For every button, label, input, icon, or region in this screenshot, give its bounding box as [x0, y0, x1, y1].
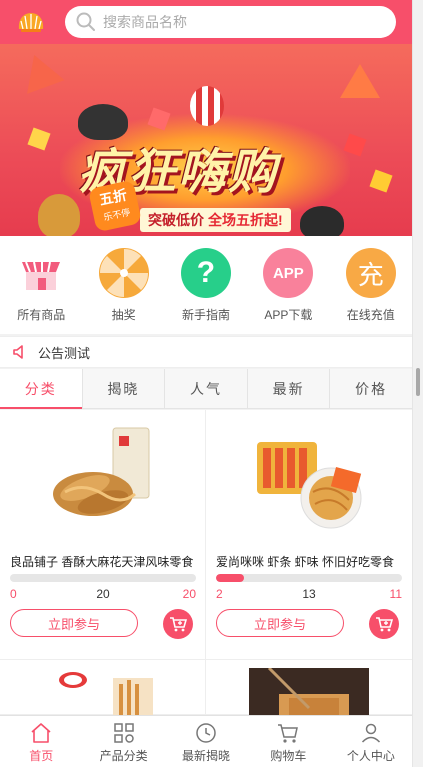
- search-bar[interactable]: [65, 6, 396, 38]
- recharge-icon: 充: [345, 248, 396, 298]
- nav-category[interactable]: 产品分类: [82, 716, 164, 767]
- add-to-cart-button[interactable]: [163, 609, 193, 639]
- shell-logo-icon[interactable]: [17, 11, 45, 33]
- nav-label: 首页: [29, 749, 54, 763]
- progress-numbers: 2 13 11: [216, 587, 402, 601]
- top-header: [0, 0, 412, 44]
- product-card[interactable]: [206, 660, 412, 715]
- total-count: 20: [96, 587, 110, 601]
- nav-label: 产品分类: [99, 749, 148, 763]
- cart-plus-icon: [170, 617, 187, 632]
- discount-badge: 五折 乐不停: [87, 179, 143, 233]
- quicknav-recharge[interactable]: 充 在线充值: [330, 236, 412, 334]
- quicknav-all-products[interactable]: 所有商品: [0, 236, 82, 334]
- quicknav-app-download[interactable]: APP APP下载: [247, 236, 329, 334]
- speaker-icon: [13, 345, 23, 359]
- progress-numbers: 0 20 20: [10, 587, 196, 601]
- progress-bar: [10, 574, 196, 582]
- tab-announced[interactable]: 揭晓: [83, 369, 166, 408]
- quicknav-label: 抽奖: [111, 308, 136, 322]
- remaining-count: 11: [389, 587, 402, 601]
- total-count: 13: [302, 587, 316, 601]
- product-name[interactable]: 爱尚咪咪 虾条 虾味 怀旧好吃零食: [216, 553, 406, 570]
- quicknav-lottery[interactable]: 抽奖: [82, 236, 164, 334]
- banner-decor: [340, 64, 380, 98]
- user-icon: [361, 723, 380, 743]
- product-card[interactable]: [0, 660, 206, 715]
- search-icon[interactable]: [75, 11, 97, 33]
- add-to-cart-button[interactable]: [369, 609, 399, 639]
- quicknav-label: 在线充值: [346, 308, 395, 322]
- lottery-wheel-icon: [98, 248, 149, 298]
- tab-latest[interactable]: 最新: [248, 369, 331, 408]
- category-icon: [113, 723, 134, 743]
- tab-category[interactable]: 分类: [0, 369, 83, 409]
- promo-banner[interactable]: 疯狂嗨购 突破低价 全场五折起! 五折 乐不停: [0, 44, 412, 236]
- clock-icon: [196, 723, 216, 743]
- nav-latest-announced[interactable]: 最新揭晓: [165, 716, 247, 767]
- banner-subtitle-b: 全场五折起!: [208, 212, 283, 228]
- app-icon: APP: [263, 248, 314, 298]
- product-image[interactable]: [43, 668, 163, 715]
- product-image[interactable]: [249, 668, 369, 715]
- notice-bar[interactable]: 公告测试: [0, 336, 412, 368]
- remaining-count: 20: [182, 587, 196, 601]
- notice-text: 公告测试: [38, 345, 91, 361]
- banner-decor: [27, 127, 51, 151]
- question-icon: ?: [180, 248, 231, 298]
- tmall-cat-icon: [300, 206, 344, 236]
- join-button[interactable]: 立即参与: [10, 609, 138, 637]
- progress-bar: [216, 574, 402, 582]
- quicknav-label: 新手指南: [181, 308, 230, 322]
- nav-label: 个人中心: [346, 749, 395, 763]
- nav-cart[interactable]: 购物车: [247, 716, 329, 767]
- nav-profile[interactable]: 个人中心: [330, 716, 412, 767]
- nav-home[interactable]: 首页: [0, 716, 82, 767]
- cart-plus-icon: [376, 617, 393, 632]
- shop-icon: [16, 248, 67, 298]
- tab-price[interactable]: 价格: [330, 369, 412, 408]
- product-card[interactable]: 爱尚咪咪 虾条 虾味 怀旧好吃零食 2 13 11 立即参与: [206, 410, 412, 660]
- product-grid: 良品铺子 香酥大麻花天津风味零食 0 20 20 立即参与 爱尚咪咪 虾条 虾味…: [0, 410, 412, 715]
- join-button[interactable]: 立即参与: [216, 609, 344, 637]
- bottom-nav: 首页 产品分类 最新揭晓 购物车 个人中心: [0, 715, 412, 767]
- cart-icon: [278, 724, 299, 743]
- product-image[interactable]: [249, 422, 369, 542]
- quicknav-label: APP下载: [264, 308, 313, 322]
- money-bag-icon: [38, 194, 80, 236]
- balloon-icon: [190, 86, 224, 126]
- quicknav-label: 所有商品: [17, 308, 66, 322]
- product-image[interactable]: [43, 422, 163, 542]
- banner-subtitle-a: 突破低价: [148, 212, 204, 228]
- quicknav-guide[interactable]: ? 新手指南: [165, 236, 247, 334]
- home-icon: [31, 723, 51, 743]
- product-card[interactable]: 良品铺子 香酥大麻花天津风味零食 0 20 20 立即参与: [0, 410, 206, 660]
- nav-label: 最新揭晓: [182, 749, 231, 763]
- search-input[interactable]: [103, 14, 383, 30]
- tab-popularity[interactable]: 人气: [165, 369, 248, 408]
- sort-tabs: 分类 揭晓 人气 最新 价格: [0, 369, 412, 409]
- banner-subtitle: 突破低价 全场五折起!: [140, 208, 291, 232]
- nav-label: 购物车: [270, 749, 307, 763]
- banner-decor: [369, 169, 393, 193]
- product-name[interactable]: 良品铺子 香酥大麻花天津风味零食: [10, 553, 200, 570]
- page-scrollbar[interactable]: [412, 0, 423, 767]
- quick-nav: 所有商品 抽奖 ? 新手指南 APP APP下载 充 在线充值: [0, 236, 412, 334]
- scrollbar-thumb[interactable]: [416, 368, 420, 396]
- progress-fill: [216, 574, 244, 582]
- banner-decor: [15, 48, 65, 94]
